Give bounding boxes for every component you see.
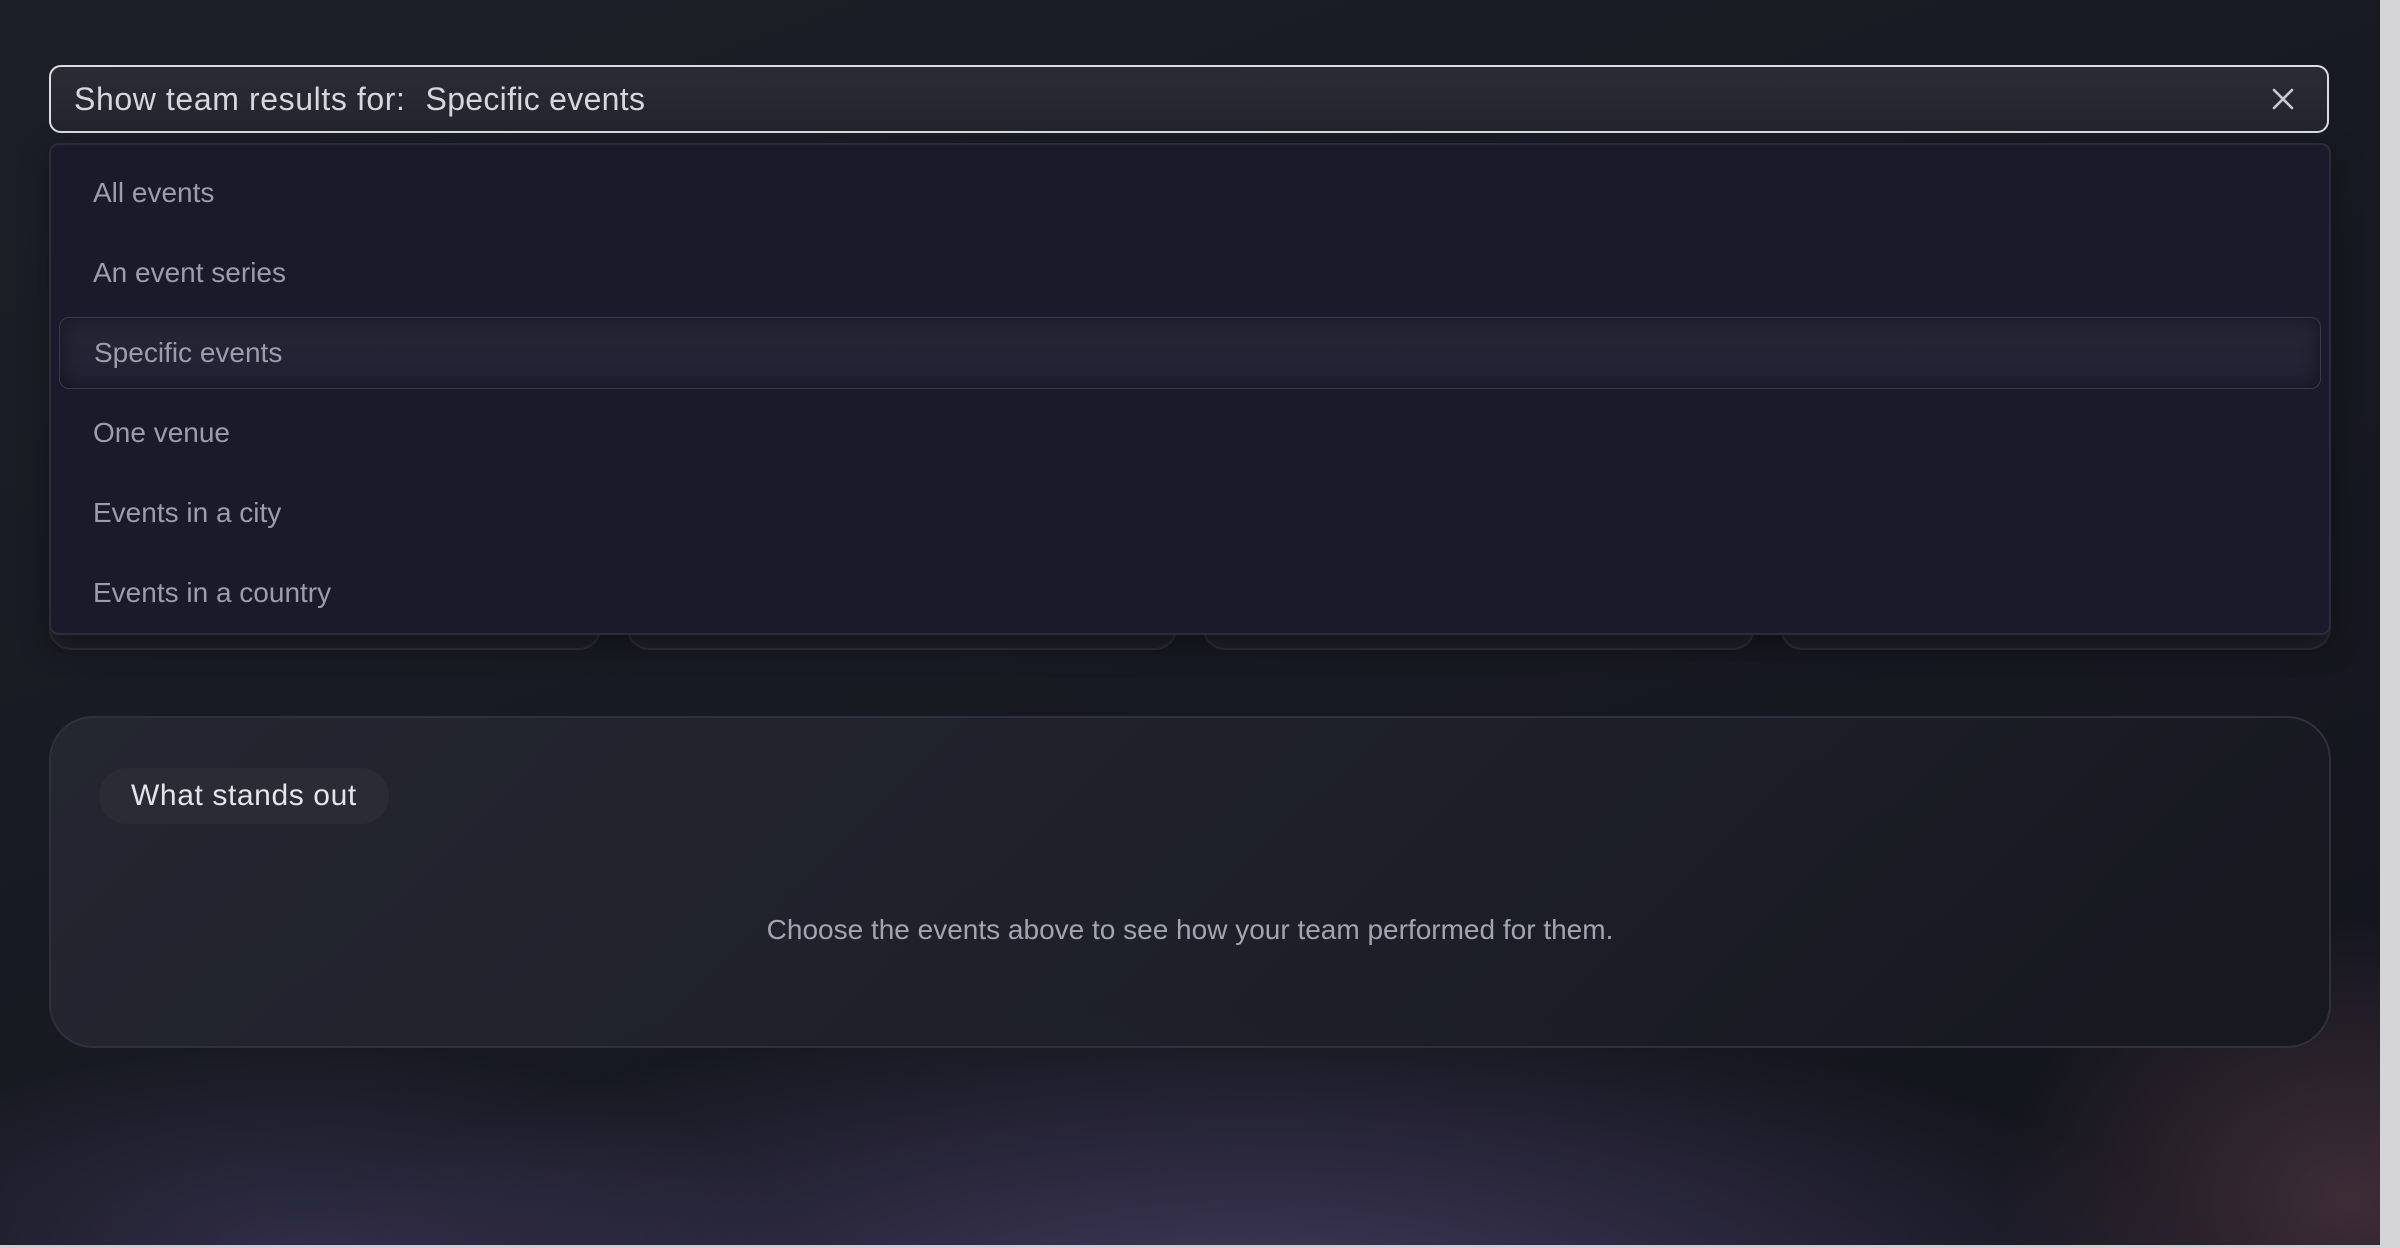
selector-current-value: Specific events — [425, 80, 646, 117]
option-label: Specific events — [94, 337, 283, 368]
option-events-in-city[interactable]: Events in a city — [59, 473, 2321, 553]
option-label: An event series — [93, 257, 286, 288]
option-one-venue[interactable]: One venue — [59, 393, 2321, 473]
selector-prefix-label: Show team results for: — [74, 80, 406, 117]
close-icon[interactable] — [2269, 85, 2297, 113]
insights-title: What stands out — [99, 768, 389, 824]
option-events-in-country[interactable]: Events in a country — [59, 553, 2321, 633]
option-label: Events in a city — [93, 497, 282, 528]
scrollbar-track[interactable] — [2380, 0, 2400, 1248]
event-scope-dropdown: All events An event series Specific even… — [49, 143, 2331, 635]
option-label: One venue — [93, 417, 230, 448]
option-all-events[interactable]: All events — [59, 153, 2321, 233]
option-event-series[interactable]: An event series — [59, 233, 2321, 313]
option-label: All events — [93, 177, 215, 208]
option-specific-events[interactable]: Specific events — [59, 317, 2321, 389]
insights-panel: What stands out Choose the events above … — [49, 716, 2331, 1048]
option-label: Events in a country — [93, 577, 332, 608]
event-scope-select[interactable]: Show team results for: Specific events — [49, 65, 2329, 133]
insights-empty-message: Choose the events above to see how your … — [766, 914, 1614, 945]
